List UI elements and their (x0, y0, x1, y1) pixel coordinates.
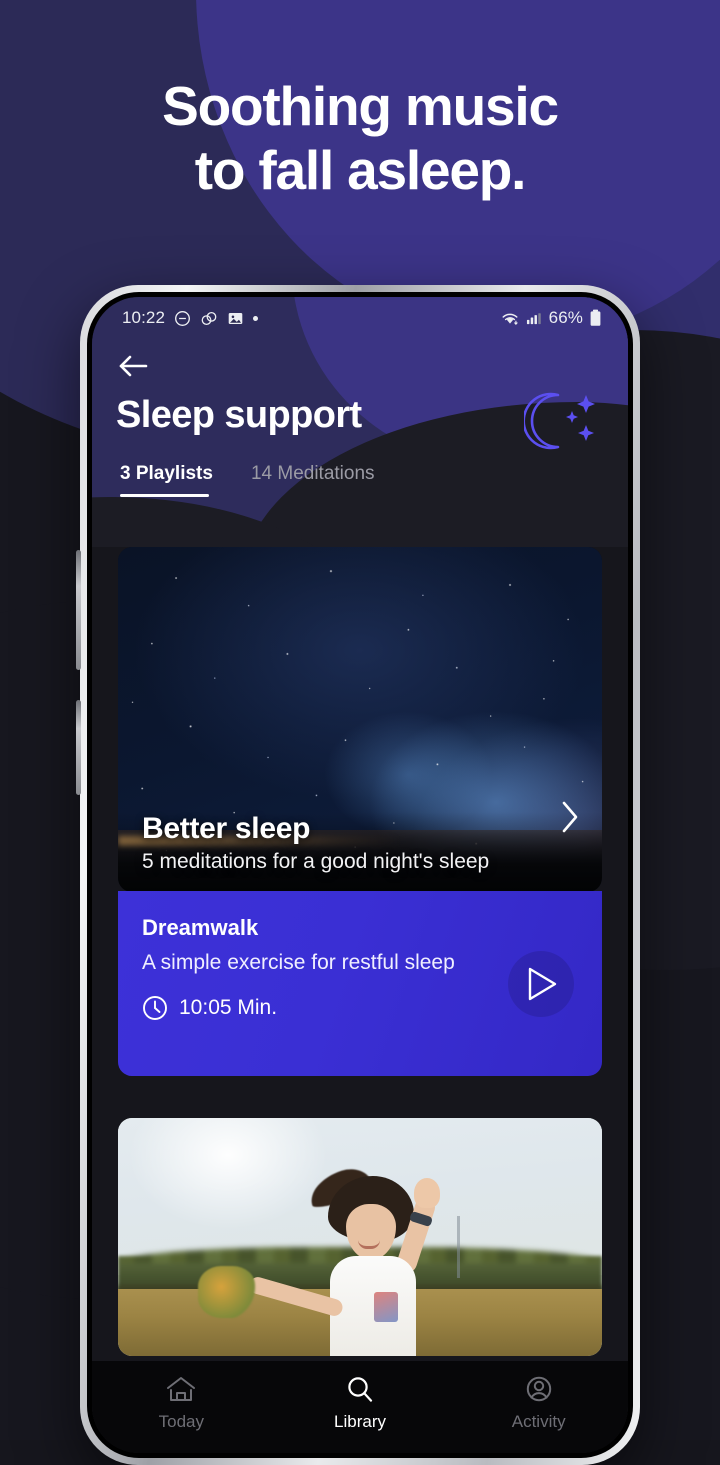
chevron-right-icon[interactable] (560, 800, 580, 834)
dot-icon (253, 316, 258, 321)
back-arrow-icon[interactable] (118, 353, 152, 379)
meditation-card-dreamwalk[interactable]: Dreamwalk A simple exercise for restful … (118, 891, 602, 1076)
photo-shirt-graphic (374, 1292, 398, 1322)
tab-bar: 3 Playlists 14 Meditations (120, 463, 628, 497)
search-icon (344, 1375, 376, 1405)
battery-icon (589, 309, 602, 327)
status-time: 10:22 (122, 308, 165, 328)
photo-card[interactable] (118, 1118, 602, 1356)
image-icon (227, 310, 244, 327)
status-bar-left: 10:22 (122, 308, 258, 328)
home-icon (165, 1375, 197, 1405)
moon-and-stars-icon (524, 389, 598, 453)
photo-shirt (330, 1256, 416, 1356)
status-bar-right: 66% (500, 308, 602, 328)
volume-button[interactable] (76, 550, 81, 670)
headline-line-1: Soothing music (0, 74, 720, 138)
play-button[interactable] (508, 951, 574, 1017)
field-photo (118, 1118, 602, 1356)
phone-screen: 10:22 (92, 297, 628, 1453)
meditation-duration-label: 10:05 Min. (179, 996, 277, 1020)
playlist-card-better-sleep[interactable]: Better sleep 5 meditations for a good ni… (118, 547, 602, 892)
photo-right-hand (414, 1178, 440, 1208)
meditation-title: Dreamwalk (142, 915, 578, 941)
tab-meditations[interactable]: 14 Meditations (251, 463, 375, 497)
bottom-navigation: Today Library Activity (92, 1361, 628, 1453)
nav-label-library: Library (334, 1412, 386, 1432)
tab-playlists[interactable]: 3 Playlists (120, 463, 213, 497)
photo-face (346, 1204, 396, 1260)
photo-sun-glow (128, 1118, 328, 1230)
cellular-signal-icon (526, 310, 543, 326)
nav-item-today[interactable]: Today (92, 1375, 271, 1432)
promo-headline: Soothing music to fall asleep. (0, 74, 720, 203)
phone-bezel: 10:22 (87, 292, 633, 1458)
photo-pylon (457, 1216, 460, 1278)
play-icon (524, 966, 558, 1002)
playlist-title: Better sleep (142, 812, 578, 846)
battery-percent-label: 66% (549, 308, 583, 328)
photo-flowers (198, 1266, 256, 1318)
app-header: 10:22 (92, 297, 628, 547)
nav-label-activity: Activity (512, 1412, 566, 1432)
content-area: Better sleep 5 meditations for a good ni… (92, 547, 628, 1442)
playlist-subtitle: 5 meditations for a good night's sleep (142, 850, 578, 874)
do-not-disturb-icon (174, 310, 191, 327)
status-bar: 10:22 (92, 297, 628, 339)
clock-icon (142, 995, 168, 1021)
power-button[interactable] (76, 700, 81, 795)
person-icon (523, 1375, 555, 1405)
nav-label-today: Today (159, 1412, 204, 1432)
headline-line-2: to fall asleep. (0, 138, 720, 202)
phone-mockup: 10:22 (80, 285, 640, 1465)
photo-person (302, 1170, 452, 1356)
nav-item-activity[interactable]: Activity (449, 1375, 628, 1432)
nav-item-library[interactable]: Library (271, 1375, 450, 1432)
link-icon (200, 310, 218, 327)
back-row (92, 339, 628, 384)
wifi-icon (500, 310, 520, 327)
playlist-card-overlay: Better sleep 5 meditations for a good ni… (118, 812, 602, 892)
